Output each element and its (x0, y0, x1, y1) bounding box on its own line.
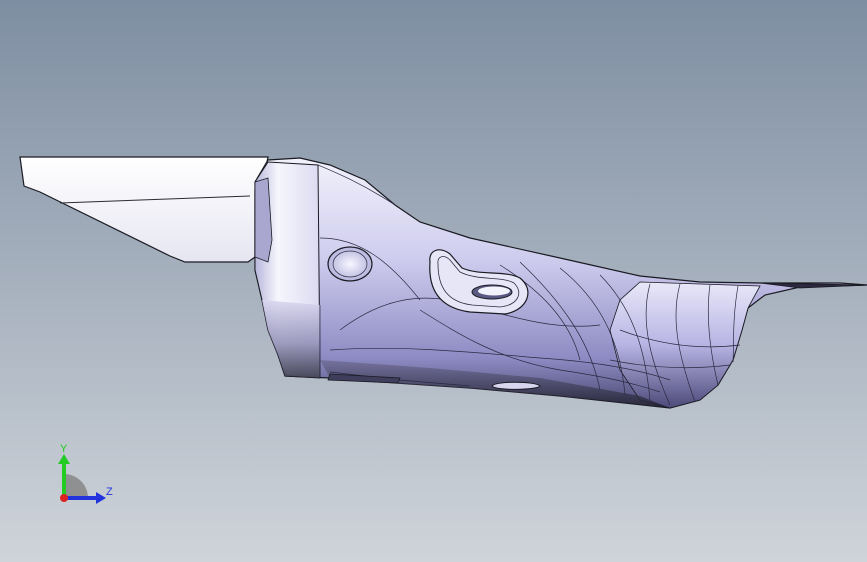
triad-x-axis-dot (60, 494, 68, 502)
triad-plane-quadrant (64, 474, 88, 498)
part-left-flange[interactable] (19, 156, 269, 263)
cad-graphics-viewport[interactable]: Y Z (0, 0, 867, 562)
triad-y-arrow (58, 454, 70, 464)
coordinate-triad: Y Z (58, 443, 113, 504)
slot-hole-highlight (478, 286, 510, 296)
3d-part-model[interactable] (0, 0, 867, 562)
round-hole-boss[interactable] (327, 246, 373, 282)
triad-y-label: Y (60, 443, 68, 455)
cylinder-lower-shadow (262, 300, 320, 378)
triad-z-arrow (96, 492, 106, 504)
underside-slot[interactable] (491, 381, 541, 390)
triad-z-label: Z (106, 486, 113, 498)
